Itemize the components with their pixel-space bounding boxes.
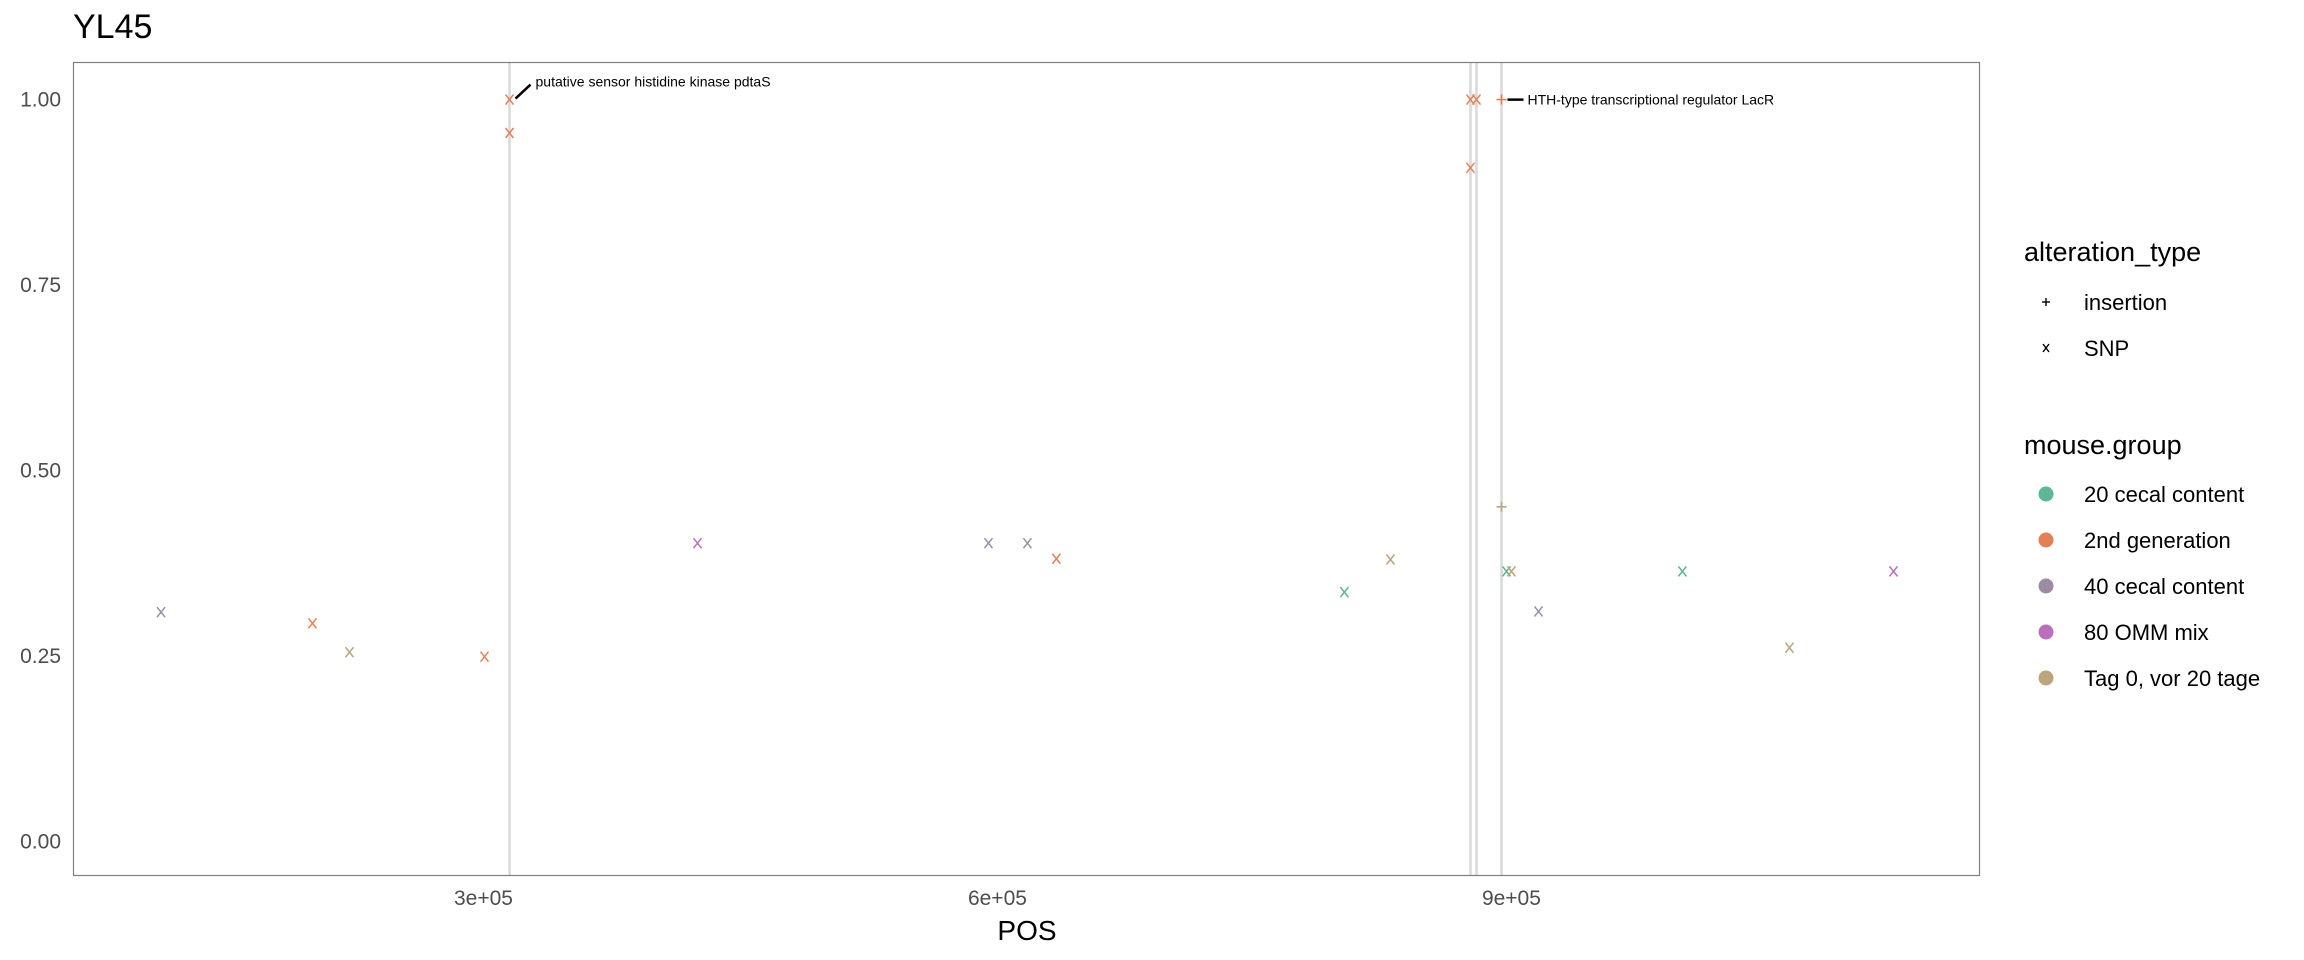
point-snp [983,537,994,549]
legend-item-insertion: insertion [2042,290,2167,315]
vlines [508,62,1503,876]
x-tick-label: 6e+05 [968,887,1027,910]
point-snp [1677,565,1688,577]
point-snp [1022,537,1033,549]
legend-label: 2nd generation [2084,528,2231,553]
legend-color-dot [2038,532,2054,548]
y-tick-label: 0.00 [20,830,61,853]
annotations: putative sensor histidine kinase pdtaS HT… [514,74,1775,108]
legend-color-dot [2038,578,2054,594]
point-snp [1784,642,1795,654]
legend-label: SNP [2084,336,2129,361]
scatter-chart: YL45 0.00 0.25 0.50 0.75 1.00 3e+05 6e+05 9e+0… [20,8,2260,946]
point-snp [1385,554,1396,565]
point-snp [307,617,318,629]
annotation-label: putative sensor histidine kinase pdtaS [536,74,771,90]
legend-label: 40 cecal content [2084,574,2244,599]
point-snp [1888,565,1899,577]
legend-item-snp: SNP [2042,336,2129,361]
legend-item-group: 40 cecal content [2038,574,2244,599]
point-snp [1339,586,1349,598]
legend-label: 20 cecal content [2084,482,2244,507]
legend-item-group: Tag 0, vor 20 tage [2038,666,2260,691]
point-snp [479,651,490,663]
legend-item-group: 80 OMM mix [2038,620,2209,645]
legend-item-group: 20 cecal content [2038,482,2244,507]
legend-label: insertion [2084,290,2167,315]
annotation-label: HTH-type transcriptional regulator LacR [1528,92,1775,108]
point-snp [1506,565,1517,577]
point-snp [1533,605,1544,617]
x-axis-ticks: 3e+05 6e+05 9e+05 [454,887,1541,910]
y-tick-label: 0.25 [20,645,61,668]
legend-color-dot [2038,670,2054,686]
legend-title-mouse-group: mouse.group [2024,430,2182,460]
legend-mouse-group: mouse.group 20 cecal content 2nd generati… [2024,430,2260,691]
data-points [156,94,1899,663]
point-snp [156,606,166,618]
legend-label: 80 OMM mix [2084,620,2209,645]
legend-title-alteration-type: alteration_type [2024,237,2201,267]
point-snp [1051,553,1061,565]
y-tick-label: 0.50 [20,459,61,482]
x-tick-label: 3e+05 [454,887,513,910]
legend-alteration-type: alteration_type insertion SNP [2024,237,2201,361]
legend-color-dot [2038,624,2054,640]
x-tick-label: 9e+05 [1482,887,1541,910]
chart-title: YL45 [73,8,152,46]
point-insertion [1496,501,1507,512]
legend-color-dot [2038,486,2054,502]
point-insertion [1496,94,1507,105]
x-axis-title: POS [997,915,1056,946]
legend-item-group: 2nd generation [2038,528,2231,553]
y-tick-label: 0.75 [20,274,61,297]
plot-panel [72,61,1981,877]
point-snp [692,537,703,549]
legend-label: Tag 0, vor 20 tage [2084,666,2260,691]
y-tick-label: 1.00 [20,89,61,112]
annotation-segment [514,83,532,100]
point-snp [344,646,355,658]
y-axis-ticks: 0.00 0.25 0.50 0.75 1.00 [20,89,61,854]
